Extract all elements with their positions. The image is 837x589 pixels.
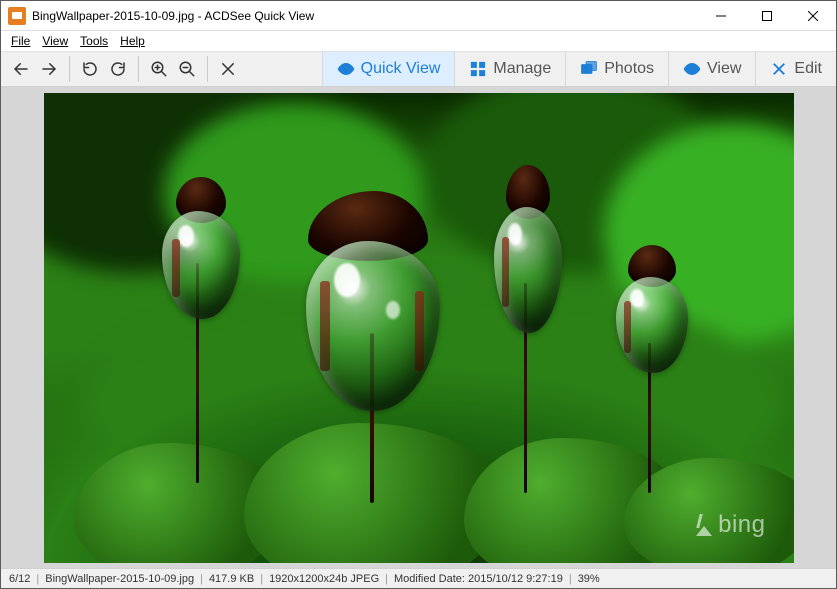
- zoom-in-button[interactable]: [145, 55, 173, 83]
- next-button[interactable]: [35, 55, 63, 83]
- maximize-icon: [762, 11, 772, 21]
- menu-file[interactable]: File: [5, 33, 36, 49]
- crop-icon: [770, 60, 788, 78]
- app-window: BingWallpaper-2015-10-09.jpg - ACDSee Qu…: [0, 0, 837, 589]
- delete-button[interactable]: [214, 55, 242, 83]
- menubar: File View Tools Help: [1, 31, 836, 51]
- status-dimensions: 1920x1200x24b JPEG: [265, 573, 383, 585]
- status-filename: BingWallpaper-2015-10-09.jpg: [41, 573, 198, 585]
- tab-label: Photos: [604, 60, 654, 78]
- maximize-button[interactable]: [744, 1, 790, 30]
- zoom-out-icon: [178, 60, 196, 78]
- prev-button[interactable]: [7, 55, 35, 83]
- window-title: BingWallpaper-2015-10-09.jpg - ACDSee Qu…: [32, 9, 698, 23]
- titlebar: BingWallpaper-2015-10-09.jpg - ACDSee Qu…: [1, 1, 836, 31]
- image-viewport[interactable]: bing: [1, 87, 836, 568]
- menu-view[interactable]: View: [36, 33, 74, 49]
- watermark-text: bing: [718, 511, 765, 539]
- grid-icon: [469, 60, 487, 78]
- toolbar: Quick View Manage Photos View Edit: [1, 51, 836, 87]
- close-icon: [808, 11, 818, 21]
- tab-photos[interactable]: Photos: [565, 52, 668, 86]
- minimize-button[interactable]: [698, 1, 744, 30]
- tab-manage[interactable]: Manage: [454, 52, 565, 86]
- tab-label: View: [707, 60, 741, 78]
- displayed-image: bing: [44, 93, 794, 563]
- eye-icon: [683, 60, 701, 78]
- rotate-cw-icon: [109, 60, 127, 78]
- arrow-left-icon: [12, 60, 30, 78]
- menu-help[interactable]: Help: [114, 33, 151, 49]
- status-zoom: 39%: [574, 573, 604, 585]
- minimize-icon: [716, 11, 726, 21]
- tab-label: Manage: [493, 60, 551, 78]
- tab-quick-view[interactable]: Quick View: [322, 52, 455, 86]
- photos-icon: [580, 60, 598, 78]
- status-modified: Modified Date: 2015/10/12 9:27:19: [390, 573, 567, 585]
- rotate-ccw-icon: [81, 60, 99, 78]
- image-watermark: bing: [694, 511, 765, 539]
- menu-tools[interactable]: Tools: [74, 33, 114, 49]
- statusbar: 6/12 | BingWallpaper-2015-10-09.jpg | 41…: [1, 568, 836, 588]
- tab-view[interactable]: View: [668, 52, 755, 86]
- zoom-in-icon: [150, 60, 168, 78]
- x-icon: [219, 60, 237, 78]
- tab-edit[interactable]: Edit: [755, 52, 836, 86]
- zoom-out-button[interactable]: [173, 55, 201, 83]
- rotate-ccw-button[interactable]: [76, 55, 104, 83]
- window-controls: [698, 1, 836, 30]
- tab-label: Quick View: [361, 60, 441, 78]
- mode-tabs: Quick View Manage Photos View Edit: [322, 52, 836, 86]
- eye-icon: [337, 60, 355, 78]
- bing-logo-icon: [694, 514, 712, 536]
- status-filesize: 417.9 KB: [205, 573, 258, 585]
- status-position: 6/12: [5, 573, 34, 585]
- arrow-right-icon: [40, 60, 58, 78]
- app-icon: [8, 7, 26, 25]
- close-button[interactable]: [790, 1, 836, 30]
- tab-label: Edit: [794, 60, 822, 78]
- rotate-cw-button[interactable]: [104, 55, 132, 83]
